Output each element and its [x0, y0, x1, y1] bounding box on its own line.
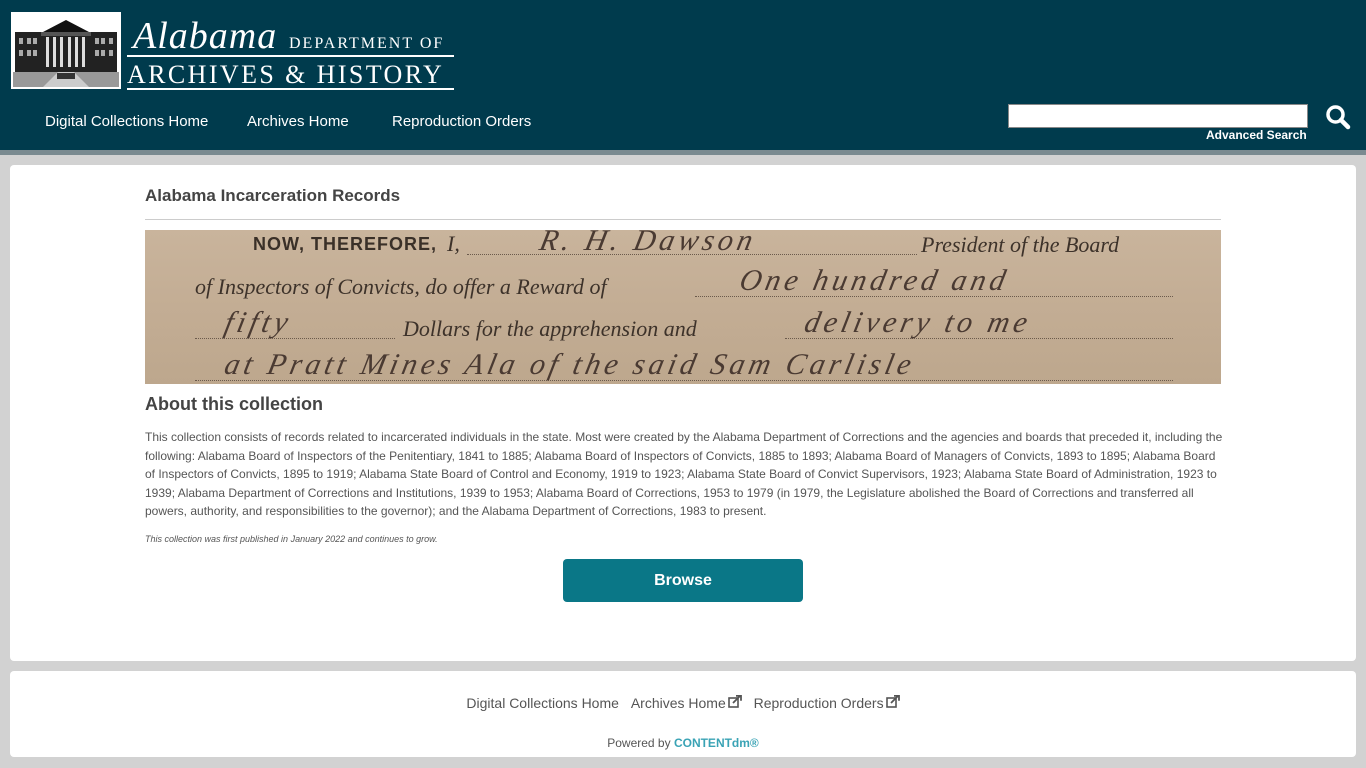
footer-link-reproduction-orders[interactable]: Reproduction Orders	[754, 695, 900, 711]
banner-handwriting: One hundred and	[736, 264, 1013, 297]
footer-links: Digital Collections Home Archives Home R…	[10, 695, 1356, 711]
header-divider	[0, 150, 1366, 155]
logo-divider	[127, 88, 454, 90]
external-link-icon	[885, 695, 900, 708]
capitol-building-icon	[13, 14, 119, 87]
banner-text: I,	[447, 231, 460, 256]
site-header: Alabama DEPARTMENT OF ARCHIVES & HISTORY…	[0, 0, 1366, 150]
logo-divider	[127, 55, 454, 57]
publish-note: This collection was first published in J…	[145, 534, 438, 544]
logo-script-text: Alabama	[133, 15, 278, 57]
footer-link-archives-home[interactable]: Archives Home	[631, 695, 742, 711]
advanced-search-link[interactable]: Advanced Search	[1206, 128, 1307, 142]
about-heading: About this collection	[145, 394, 323, 414]
site-footer: Digital Collections Home Archives Home R…	[10, 671, 1356, 757]
title-divider	[145, 219, 1221, 220]
nav-archives-home[interactable]: Archives Home	[247, 113, 349, 130]
nav-reproduction-orders[interactable]: Reproduction Orders	[392, 113, 531, 130]
footer-link-digital-collections-home[interactable]: Digital Collections Home	[466, 695, 619, 711]
footer-link-label: Reproduction Orders	[753, 695, 884, 711]
logo-building-image[interactable]	[11, 12, 121, 89]
footer-link-label: Digital Collections Home	[466, 695, 619, 711]
footer-link-label: Archives Home	[630, 695, 726, 711]
banner-text: NOW, THEREFORE,	[253, 234, 438, 254]
collection-banner-image: NOW, THEREFORE, I, R. H. Dawson Presiden…	[145, 230, 1221, 384]
browse-button[interactable]: Browse	[563, 559, 803, 602]
nav-digital-collections-home[interactable]: Digital Collections Home	[45, 113, 208, 130]
banner-dotted-line	[195, 338, 395, 339]
logo-archives-text: ARCHIVES & HISTORY	[127, 60, 445, 89]
search-input[interactable]	[1008, 104, 1308, 128]
banner-handwriting: fifty	[221, 306, 296, 339]
logo-department-text: DEPARTMENT OF	[289, 35, 445, 52]
powered-by-label: Powered by	[607, 736, 671, 750]
banner-handwriting: R. H. Dawson	[536, 230, 760, 257]
main-content: Alabama Incarceration Records NOW, THERE…	[10, 165, 1356, 661]
search-button[interactable]	[1322, 103, 1354, 133]
collection-description: This collection consists of records rela…	[145, 430, 1223, 518]
contentdm-link[interactable]: CONTENTdm®	[674, 736, 759, 750]
powered-by: Powered by CONTENTdm®	[10, 736, 1356, 750]
banner-text: President of the Board	[921, 232, 1120, 257]
banner-handwriting: at Pratt Mines Ala of the said Sam Carli…	[221, 348, 919, 381]
external-link-icon	[727, 695, 742, 708]
page-title: Alabama Incarceration Records	[145, 186, 401, 205]
search-icon	[1326, 104, 1351, 129]
banner-text: Dollars for the apprehension and	[403, 316, 697, 341]
banner-handwriting: delivery to me	[801, 306, 1035, 339]
banner-text: of Inspectors of Convicts, do offer a Re…	[195, 274, 607, 299]
site-logo[interactable]: Alabama DEPARTMENT OF ARCHIVES & HISTORY	[127, 12, 455, 90]
